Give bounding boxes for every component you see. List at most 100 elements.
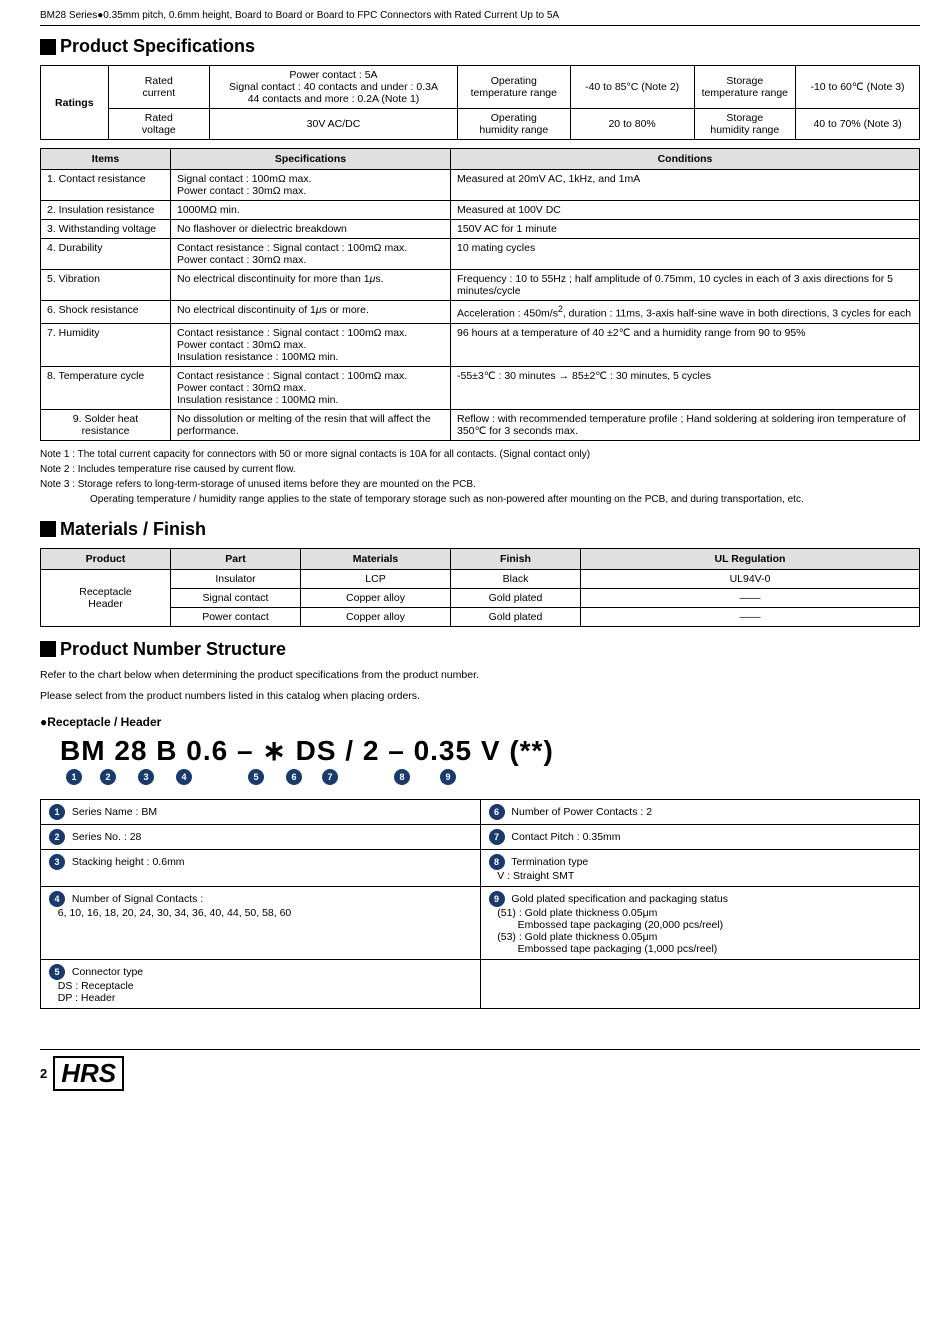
spec-row-humidity: 7. Humidity Contact resistance : Signal … <box>41 323 920 366</box>
annot-4: 4 <box>176 769 192 785</box>
specs-header-items: Items <box>41 149 171 170</box>
pn-seg-035: 0.35 <box>414 737 473 765</box>
materials-title: Materials / Finish <box>40 519 920 540</box>
mat-finish-power: Gold plated <box>451 607 581 626</box>
mat-part-insulator: Insulator <box>171 569 301 588</box>
product-number-section: Product Number Structure Refer to the ch… <box>40 639 920 1010</box>
rated-voltage-label: Ratedvoltage <box>108 109 209 140</box>
spec-spec-2: 1000MΩ min. <box>171 201 451 220</box>
pn-space2 <box>147 737 156 765</box>
spec-cond-7: 96 hours at a temperature of 40 ±2℃ and … <box>451 323 920 366</box>
legend-right-3: 8 Termination type V : Straight SMT <box>480 850 920 887</box>
materials-table: Product Part Materials Finish UL Regulat… <box>40 548 920 627</box>
mat-row-signal: Signal contact Copper alloy Gold plated … <box>41 588 920 607</box>
spec-item-4: 4. Durability <box>41 239 171 270</box>
storage-temp-value: -10 to 60℃ (Note 3) <box>796 66 920 109</box>
spec-item-5: 5. Vibration <box>41 270 171 301</box>
mat-header-part: Part <box>171 548 301 569</box>
legend-row-1: 1 Series Name : BM 6 Number of Power Con… <box>41 800 920 825</box>
annot-1: 1 <box>66 769 82 785</box>
legend-left-5: 5 Connector type DS : Receptacle DP : He… <box>41 960 481 1009</box>
header-title: BM28 Series●0.35mm pitch, 0.6mm height, … <box>40 10 559 21</box>
pn-seg-2: 2 <box>363 737 380 765</box>
mat-part-power: Power contact <box>171 607 301 626</box>
legend-right-1: 6 Number of Power Contacts : 2 <box>480 800 920 825</box>
spec-cond-2: Measured at 100V DC <box>451 201 920 220</box>
annot-2: 2 <box>100 769 116 785</box>
spec-row-withstanding: 3. Withstanding voltage No flashover or … <box>41 220 920 239</box>
storage-humidity-label: Storagehumidity range <box>694 109 795 140</box>
pn-space9 <box>379 737 388 765</box>
pn-space11 <box>472 737 481 765</box>
annot-3: 3 <box>138 769 154 785</box>
pn-seg-28: 28 <box>114 737 147 765</box>
pn-space1 <box>106 737 115 765</box>
mat-ul-signal: —— <box>581 588 920 607</box>
op-temp-range-label: Operatingtemperature range <box>457 66 570 109</box>
spec-row-temperature-cycle: 8. Temperature cycle Contact resistance … <box>41 366 920 409</box>
pn-square-icon <box>40 641 56 657</box>
specs-header-conditions: Conditions <box>451 149 920 170</box>
spec-spec-3: No flashover or dielectric breakdown <box>171 220 451 239</box>
spec-row-insulation: 2. Insulation resistance 1000MΩ min. Mea… <box>41 201 920 220</box>
storage-humidity-value: 40 to 70% (Note 3) <box>796 109 920 140</box>
pn-seg-slash2: / <box>345 737 354 765</box>
mat-header-product: Product <box>41 548 171 569</box>
note-3b: Operating temperature / humidity range a… <box>40 492 920 507</box>
mat-row-power: Power contact Copper alloy Gold plated —… <box>41 607 920 626</box>
annot-6: 6 <box>286 769 302 785</box>
spec-spec-7: Contact resistance : Signal contact : 10… <box>171 323 451 366</box>
op-humidity-label: Operatinghumidity range <box>457 109 570 140</box>
spec-spec-9: No dissolution or melting of the resin t… <box>171 409 451 440</box>
product-specs-title: Product Specifications <box>40 36 920 57</box>
legend-row-5: 5 Connector type DS : Receptacle DP : He… <box>41 960 920 1009</box>
annot-9: 9 <box>440 769 456 785</box>
mat-part-signal: Signal contact <box>171 588 301 607</box>
note-3a: Note 3 : Storage refers to long-term-sto… <box>40 477 920 492</box>
rated-current-value: Power contact : 5A Signal contact : 40 c… <box>210 66 458 109</box>
annot-8: 8 <box>394 769 410 785</box>
mat-ul-ul94: UL94V-0 <box>581 569 920 588</box>
spec-spec-8: Contact resistance : Signal contact : 10… <box>171 366 451 409</box>
ratings-label: Ratings <box>41 66 109 140</box>
note-2: Note 2 : Includes temperature rise cause… <box>40 462 920 477</box>
pn-intro1: Refer to the chart below when determinin… <box>40 668 920 684</box>
pn-space4 <box>228 737 237 765</box>
spec-item-1: 1. Contact resistance <box>41 170 171 201</box>
storage-temp-label: Storagetemperature range <box>694 66 795 109</box>
spec-cond-3: 150V AC for 1 minute <box>451 220 920 239</box>
spec-cond-6: Acceleration : 450m/s2, duration : 11ms,… <box>451 301 920 324</box>
mat-material-power: Copper alloy <box>301 607 451 626</box>
spec-cond-9: Reflow : with recommended temperature pr… <box>451 409 920 440</box>
legend-left-4: 4 Number of Signal Contacts : 6, 10, 16,… <box>41 887 481 960</box>
pn-space3 <box>178 737 187 765</box>
rated-current-label: Ratedcurrent <box>108 66 209 109</box>
pn-seg-ds: DS <box>296 737 337 765</box>
pn-chars: BM 28 B 0.6 – ∗ DS / 2 – 0.35 V <box>60 737 920 765</box>
mat-row-insulator: ReceptacleHeader Insulator LCP Black UL9… <box>41 569 920 588</box>
spec-item-2: 2. Insulation resistance <box>41 201 171 220</box>
mat-ul-power: —— <box>581 607 920 626</box>
spec-cond-5: Frequency : 10 to 55Hz ; half amplitude … <box>451 270 920 301</box>
mat-material-signal: Copper alloy <box>301 588 451 607</box>
receptacle-header: ●Receptacle / Header <box>40 715 920 729</box>
spec-row-vibration: 5. Vibration No electrical discontinuity… <box>41 270 920 301</box>
specs-table: Items Specifications Conditions 1. Conta… <box>40 148 920 441</box>
mat-material-lcp: LCP <box>301 569 451 588</box>
notes-section: Note 1 : The total current capacity for … <box>40 447 920 507</box>
mat-product-receptacle: ReceptacleHeader <box>41 569 171 626</box>
spec-spec-6: No electrical discontinuity of 1μs or mo… <box>171 301 451 324</box>
op-temp-range-value: -40 to 85°C (Note 2) <box>570 66 694 109</box>
mat-header-materials: Materials <box>301 548 451 569</box>
section-square-icon <box>40 39 56 55</box>
pn-space5 <box>254 737 263 765</box>
spec-row-durability: 4. Durability Contact resistance : Signa… <box>41 239 920 270</box>
pn-space6 <box>287 737 296 765</box>
spec-row-solder-heat: 9. Solder heatresistance No dissolution … <box>41 409 920 440</box>
legend-row-4: 4 Number of Signal Contacts : 6, 10, 16,… <box>41 887 920 960</box>
hrs-logo: HRS <box>53 1056 124 1091</box>
spec-row-contact-resistance: 1. Contact resistance Signal contact : 1… <box>41 170 920 201</box>
pn-seg-b: B <box>156 737 177 765</box>
page-header: BM28 Series●0.35mm pitch, 0.6mm height, … <box>40 10 920 26</box>
spec-spec-5: No electrical discontinuity for more tha… <box>171 270 451 301</box>
